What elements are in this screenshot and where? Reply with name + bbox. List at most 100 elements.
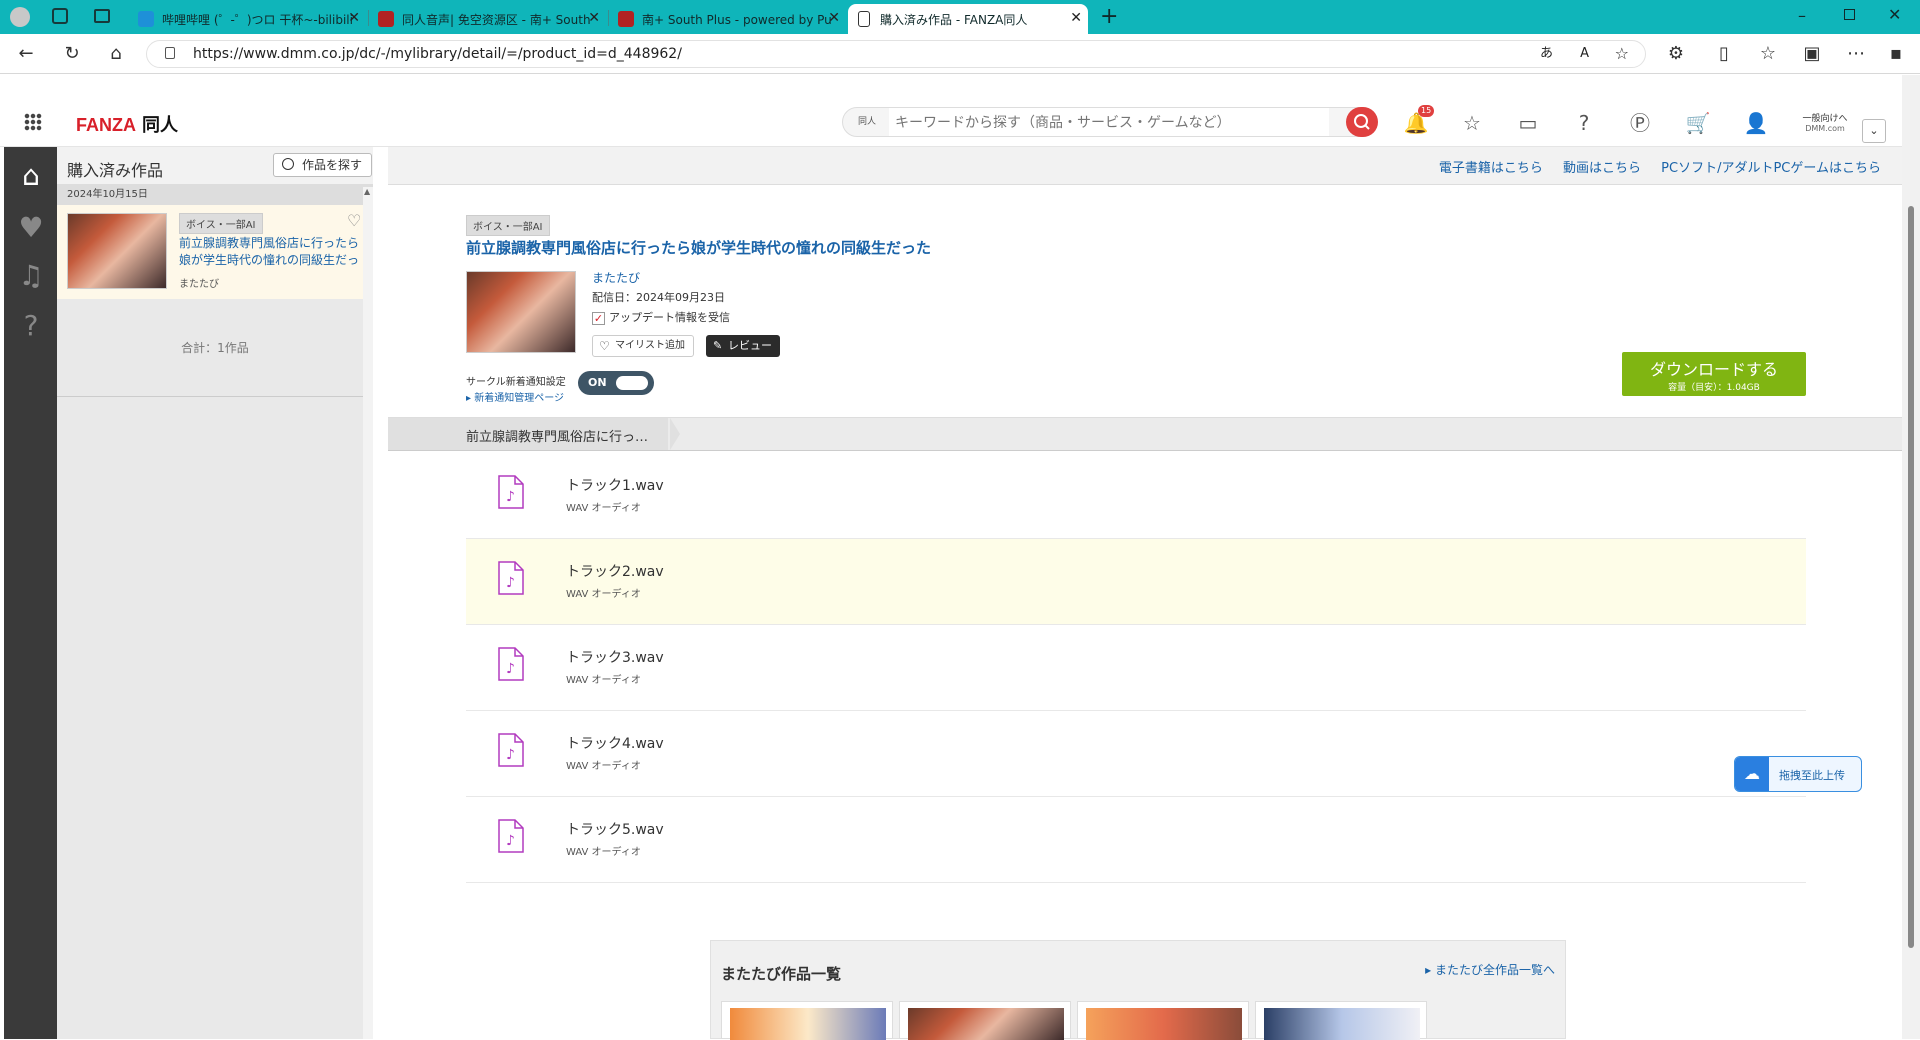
browser-tab-bar: 哔哩哔哩 (゜-゜)つロ 干杯~-bilibili ✕ 同人音声| 免空资源区 …: [0, 0, 1920, 34]
notification-bell-icon[interactable]: 🔔 15: [1402, 105, 1435, 137]
track-kind: WAV オーディオ: [566, 761, 641, 772]
account-icon[interactable]: 👤: [1742, 109, 1770, 137]
pc-software-link[interactable]: PCソフト/アダルトPCゲームはこちら: [1661, 161, 1881, 176]
circle-link[interactable]: またたび: [592, 269, 640, 286]
notify-manage-link[interactable]: ▸ 新着通知管理ページ: [466, 389, 564, 404]
svg-text:♪: ♪: [506, 747, 515, 763]
work-card-thumbnail: [1086, 1008, 1242, 1040]
track-row[interactable]: ♪ トラック5.wav WAV オーディオ: [466, 797, 1806, 883]
points-icon[interactable]: Ⓟ: [1626, 109, 1654, 137]
split-screen-icon[interactable]: ▯: [1714, 44, 1734, 64]
back-icon[interactable]: ←: [16, 44, 36, 64]
close-tab-icon[interactable]: ✕: [348, 10, 360, 26]
southplus-icon: [378, 11, 394, 27]
track-row[interactable]: ♪ トラック3.wav WAV オーディオ: [466, 625, 1806, 711]
product-title[interactable]: 前立腺調教専門風俗店に行ったら娘が学生時代の憧れの同級生だった: [466, 237, 931, 258]
circle-works-panel: またたび作品一覧 ▸ またたび全作品一覧へ: [710, 940, 1566, 1040]
work-card[interactable]: [1255, 1001, 1427, 1040]
new-tab-button[interactable]: +: [1100, 4, 1118, 29]
product-thumbnail[interactable]: [466, 271, 576, 353]
tab-bilibili[interactable]: 哔哩哔哩 (゜-゜)つロ 干杯~-bilibili ✕: [130, 4, 366, 34]
library-item[interactable]: ボイス・一部AI ♡ 前立腺調教専門風俗店に行ったら娘が学生時代の憧れの同級生だ…: [57, 205, 373, 299]
notify-toggle[interactable]: ON: [578, 371, 654, 395]
search-button[interactable]: [1346, 107, 1378, 137]
lock-icon[interactable]: [165, 47, 175, 59]
extensions-icon[interactable]: ⚙: [1666, 44, 1686, 64]
tab-fanza-library[interactable]: 購入済み作品 - FANZA同人 ✕: [848, 4, 1088, 34]
cart-icon[interactable]: 🛒: [1684, 109, 1712, 137]
minimize-button[interactable]: –: [1798, 6, 1806, 25]
read-aloud-icon[interactable]: A: [1580, 41, 1589, 67]
home-icon[interactable]: ⌂: [14, 159, 48, 193]
notification-badge: 15: [1418, 105, 1435, 117]
mylist-add-button[interactable]: ♡ マイリスト追加: [592, 335, 694, 357]
help-icon[interactable]: ?: [1570, 109, 1598, 137]
work-card[interactable]: [899, 1001, 1071, 1040]
download-button[interactable]: ダウンロードする 容量（目安）：1.04GB: [1622, 352, 1806, 396]
upload-widget[interactable]: ☁ 拖拽至此上传: [1734, 756, 1862, 792]
translate-icon[interactable]: あ: [1540, 41, 1553, 67]
audience-sub: DMM.com: [1805, 124, 1845, 133]
work-title-link[interactable]: 前立腺調教専門風俗店に行ったら娘が学生時代の憧れの同級生だっ: [179, 235, 361, 269]
tab-southplus[interactable]: 南+ South Plus - powered by Pu ✕: [610, 4, 846, 34]
help-circle-icon[interactable]: ?: [14, 309, 48, 343]
close-tab-icon[interactable]: ✕: [828, 10, 840, 26]
tab-actions-icon[interactable]: [94, 9, 110, 23]
close-tab-icon[interactable]: ✕: [1070, 10, 1082, 26]
genre-badge: ボイス・一部AI: [466, 215, 550, 236]
collections-icon[interactable]: ▣: [1802, 44, 1822, 64]
track-row[interactable]: ♪ トラック4.wav WAV オーディオ: [466, 711, 1806, 797]
chevron-down-icon[interactable]: ⌄: [1862, 119, 1886, 143]
track-kind: WAV オーディオ: [566, 675, 641, 686]
tab-southplus-audio[interactable]: 同人音声| 免空资源区 - 南+ South ✕: [370, 4, 606, 34]
search-box: 同人: [842, 107, 1378, 137]
scrollbar-thumb[interactable]: [1908, 206, 1914, 948]
update-checkbox-row[interactable]: ✓ アップデート情報を受信: [592, 309, 730, 325]
sidebar-toggle-icon[interactable]: ▪: [1886, 44, 1906, 64]
url-field[interactable]: https://www.dmm.co.jp/dc/-/mylibrary/det…: [146, 40, 1646, 68]
restore-button[interactable]: [1844, 9, 1855, 20]
more-icon[interactable]: ⋯: [1846, 44, 1866, 64]
review-button[interactable]: ✎ レビュー: [706, 335, 780, 357]
music-icon[interactable]: ♫: [14, 259, 48, 293]
page-scrollbar[interactable]: [1902, 75, 1920, 1039]
favorite-star-icon[interactable]: ☆: [1615, 41, 1629, 67]
profile-avatar-icon[interactable]: [10, 7, 30, 27]
purchase-date: 2024年10月15日: [57, 185, 373, 205]
home-icon[interactable]: ⌂: [106, 44, 126, 64]
coupon-icon[interactable]: ▭: [1514, 109, 1542, 137]
favorites-star-icon[interactable]: ☆: [1458, 109, 1486, 137]
work-card-thumbnail: [730, 1008, 886, 1040]
track-row[interactable]: ♪ トラック1.wav WAV オーディオ: [466, 453, 1806, 539]
work-card-thumbnail: [1264, 1008, 1420, 1040]
search-input[interactable]: [889, 108, 1329, 136]
work-thumbnail[interactable]: [67, 213, 167, 289]
audio-file-icon: ♪: [498, 475, 524, 509]
section-tab[interactable]: 前立腺調教専門風俗店に行っ…: [388, 418, 680, 450]
all-works-link[interactable]: ▸ またたび全作品一覧へ: [1425, 961, 1555, 978]
video-link[interactable]: 動画はこちら: [1563, 161, 1641, 176]
audience-switch[interactable]: 一般向けへ DMM.com: [1794, 111, 1856, 133]
workspaces-icon[interactable]: [52, 8, 68, 24]
search-category-select[interactable]: 同人: [847, 111, 887, 133]
work-card[interactable]: [721, 1001, 893, 1040]
library-header: 購入済み作品 作品を探す: [57, 147, 373, 185]
refresh-icon[interactable]: ↻: [62, 44, 82, 64]
left-icon-rail: ⌂ ♥ ♫ ?: [4, 147, 57, 1039]
ebook-link[interactable]: 電子書籍はこちら: [1439, 161, 1543, 176]
update-checkbox[interactable]: ✓: [592, 311, 605, 325]
upload-label: 拖拽至此上传: [1779, 769, 1845, 782]
heart-icon[interactable]: ♥: [14, 211, 48, 245]
heart-icon[interactable]: ♡: [347, 211, 361, 230]
sidebar-scrollbar[interactable]: ▲: [363, 187, 373, 1039]
find-works-button[interactable]: 作品を探す: [273, 153, 372, 177]
close-window-button[interactable]: ✕: [1888, 5, 1901, 24]
close-tab-icon[interactable]: ✕: [588, 10, 600, 26]
apps-grid-icon[interactable]: [24, 113, 42, 131]
favorites-icon[interactable]: ☆: [1758, 44, 1778, 64]
track-row[interactable]: ♪ トラック2.wav WAV オーディオ: [466, 539, 1806, 625]
track-kind: WAV オーディオ: [566, 847, 641, 858]
scroll-up-icon[interactable]: ▲: [364, 187, 370, 196]
work-card[interactable]: [1077, 1001, 1249, 1040]
fanza-logo[interactable]: FANZA 同人: [76, 111, 178, 137]
